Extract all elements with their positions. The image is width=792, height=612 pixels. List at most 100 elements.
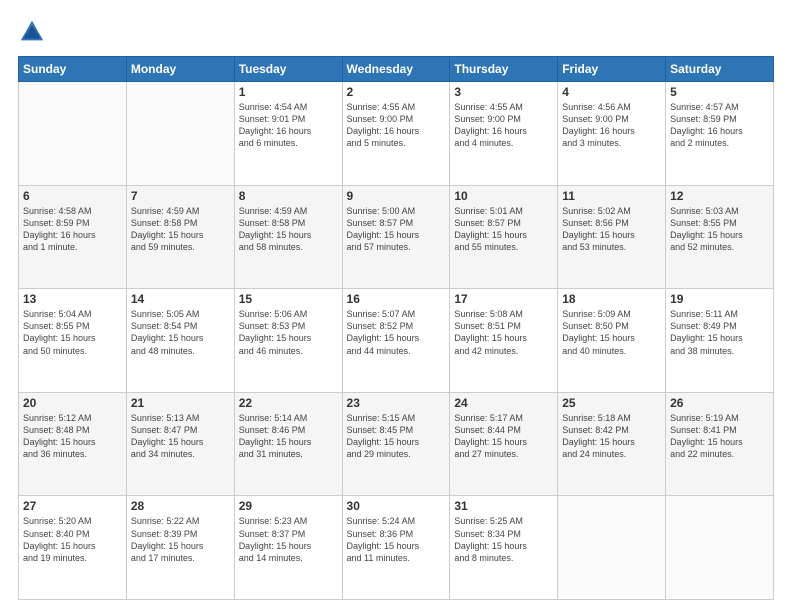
calendar-cell — [19, 82, 127, 186]
cell-details: Sunrise: 5:03 AMSunset: 8:55 PMDaylight:… — [670, 205, 769, 254]
calendar-cell — [126, 82, 234, 186]
page: SundayMondayTuesdayWednesdayThursdayFrid… — [0, 0, 792, 612]
cell-details: Sunrise: 5:02 AMSunset: 8:56 PMDaylight:… — [562, 205, 661, 254]
calendar-header-thursday: Thursday — [450, 57, 558, 82]
calendar-cell: 12 Sunrise: 5:03 AMSunset: 8:55 PMDayligh… — [666, 185, 774, 289]
cell-details: Sunrise: 4:59 AMSunset: 8:58 PMDaylight:… — [239, 205, 338, 254]
day-number: 25 — [562, 396, 661, 410]
day-number: 1 — [239, 85, 338, 99]
cell-details: Sunrise: 5:23 AMSunset: 8:37 PMDaylight:… — [239, 515, 338, 564]
calendar-cell: 10 Sunrise: 5:01 AMSunset: 8:57 PMDayligh… — [450, 185, 558, 289]
calendar-header-monday: Monday — [126, 57, 234, 82]
day-number: 28 — [131, 499, 230, 513]
day-number: 10 — [454, 189, 553, 203]
calendar-cell: 29 Sunrise: 5:23 AMSunset: 8:37 PMDayligh… — [234, 496, 342, 600]
cell-details: Sunrise: 5:08 AMSunset: 8:51 PMDaylight:… — [454, 308, 553, 357]
cell-details: Sunrise: 5:17 AMSunset: 8:44 PMDaylight:… — [454, 412, 553, 461]
calendar-cell: 21 Sunrise: 5:13 AMSunset: 8:47 PMDayligh… — [126, 392, 234, 496]
day-number: 12 — [670, 189, 769, 203]
calendar-cell: 26 Sunrise: 5:19 AMSunset: 8:41 PMDayligh… — [666, 392, 774, 496]
logo — [18, 18, 50, 46]
cell-details: Sunrise: 5:19 AMSunset: 8:41 PMDaylight:… — [670, 412, 769, 461]
calendar-cell: 5Sunrise: 4:57 AMSunset: 8:59 PMDaylight… — [666, 82, 774, 186]
calendar-week-row: 6 Sunrise: 4:58 AMSunset: 8:59 PMDaylight… — [19, 185, 774, 289]
calendar-cell: 15 Sunrise: 5:06 AMSunset: 8:53 PMDayligh… — [234, 289, 342, 393]
cell-details: Sunrise: 5:12 AMSunset: 8:48 PMDaylight:… — [23, 412, 122, 461]
calendar-cell: 22 Sunrise: 5:14 AMSunset: 8:46 PMDayligh… — [234, 392, 342, 496]
day-number: 14 — [131, 292, 230, 306]
day-number: 23 — [347, 396, 446, 410]
calendar: SundayMondayTuesdayWednesdayThursdayFrid… — [18, 56, 774, 600]
cell-details: Sunrise: 4:57 AMSunset: 8:59 PMDaylight:… — [670, 101, 769, 150]
day-number: 21 — [131, 396, 230, 410]
day-number: 3 — [454, 85, 553, 99]
cell-details: Sunrise: 5:06 AMSunset: 8:53 PMDaylight:… — [239, 308, 338, 357]
cell-details: Sunrise: 4:58 AMSunset: 8:59 PMDaylight:… — [23, 205, 122, 254]
calendar-cell: 3 Sunrise: 4:55 AMSunset: 9:00 PMDaylight… — [450, 82, 558, 186]
calendar-header-row: SundayMondayTuesdayWednesdayThursdayFrid… — [19, 57, 774, 82]
day-number: 11 — [562, 189, 661, 203]
calendar-cell: 1 Sunrise: 4:54 AMSunset: 9:01 PMDaylight… — [234, 82, 342, 186]
cell-details: Sunrise: 5:14 AMSunset: 8:46 PMDaylight:… — [239, 412, 338, 461]
day-number: 13 — [23, 292, 122, 306]
cell-details: Sunrise: 5:20 AMSunset: 8:40 PMDaylight:… — [23, 515, 122, 564]
calendar-header-sunday: Sunday — [19, 57, 127, 82]
calendar-cell: 28 Sunrise: 5:22 AMSunset: 8:39 PMDayligh… — [126, 496, 234, 600]
cell-details: Sunrise: 4:59 AMSunset: 8:58 PMDaylight:… — [131, 205, 230, 254]
day-number: 22 — [239, 396, 338, 410]
calendar-cell: 20 Sunrise: 5:12 AMSunset: 8:48 PMDayligh… — [19, 392, 127, 496]
calendar-cell: 8 Sunrise: 4:59 AMSunset: 8:58 PMDaylight… — [234, 185, 342, 289]
cell-details: Sunrise: 5:22 AMSunset: 8:39 PMDaylight:… — [131, 515, 230, 564]
day-number: 6 — [23, 189, 122, 203]
day-number: 27 — [23, 499, 122, 513]
day-number: 20 — [23, 396, 122, 410]
header — [18, 18, 774, 46]
calendar-cell: 27 Sunrise: 5:20 AMSunset: 8:40 PMDayligh… — [19, 496, 127, 600]
cell-details: Sunrise: 4:55 AMSunset: 9:00 PMDaylight:… — [347, 101, 446, 150]
calendar-cell: 7 Sunrise: 4:59 AMSunset: 8:58 PMDaylight… — [126, 185, 234, 289]
calendar-cell: 11 Sunrise: 5:02 AMSunset: 8:56 PMDayligh… — [558, 185, 666, 289]
cell-details: Sunrise: 5:18 AMSunset: 8:42 PMDaylight:… — [562, 412, 661, 461]
cell-details: Sunrise: 5:13 AMSunset: 8:47 PMDaylight:… — [131, 412, 230, 461]
cell-details: Sunrise: 4:54 AMSunset: 9:01 PMDaylight:… — [239, 101, 338, 150]
calendar-header-wednesday: Wednesday — [342, 57, 450, 82]
calendar-week-row: 20 Sunrise: 5:12 AMSunset: 8:48 PMDayligh… — [19, 392, 774, 496]
cell-details: Sunrise: 5:01 AMSunset: 8:57 PMDaylight:… — [454, 205, 553, 254]
cell-details: Sunrise: 5:25 AMSunset: 8:34 PMDaylight:… — [454, 515, 553, 564]
day-number: 29 — [239, 499, 338, 513]
calendar-cell: 24 Sunrise: 5:17 AMSunset: 8:44 PMDayligh… — [450, 392, 558, 496]
day-number: 16 — [347, 292, 446, 306]
cell-details: Sunrise: 5:11 AMSunset: 8:49 PMDaylight:… — [670, 308, 769, 357]
day-number: 26 — [670, 396, 769, 410]
day-number: 8 — [239, 189, 338, 203]
calendar-week-row: 27 Sunrise: 5:20 AMSunset: 8:40 PMDayligh… — [19, 496, 774, 600]
cell-details: Sunrise: 4:55 AMSunset: 9:00 PMDaylight:… — [454, 101, 553, 150]
day-number: 30 — [347, 499, 446, 513]
day-number: 15 — [239, 292, 338, 306]
day-number: 9 — [347, 189, 446, 203]
cell-details: Sunrise: 5:04 AMSunset: 8:55 PMDaylight:… — [23, 308, 122, 357]
cell-details: Sunrise: 4:56 AMSunset: 9:00 PMDaylight:… — [562, 101, 661, 150]
calendar-week-row: 13 Sunrise: 5:04 AMSunset: 8:55 PMDayligh… — [19, 289, 774, 393]
cell-details: Sunrise: 5:09 AMSunset: 8:50 PMDaylight:… — [562, 308, 661, 357]
calendar-cell: 6 Sunrise: 4:58 AMSunset: 8:59 PMDaylight… — [19, 185, 127, 289]
day-number: 7 — [131, 189, 230, 203]
day-number: 18 — [562, 292, 661, 306]
calendar-week-row: 1 Sunrise: 4:54 AMSunset: 9:01 PMDaylight… — [19, 82, 774, 186]
cell-details: Sunrise: 5:07 AMSunset: 8:52 PMDaylight:… — [347, 308, 446, 357]
day-number: 19 — [670, 292, 769, 306]
calendar-cell: 19 Sunrise: 5:11 AMSunset: 8:49 PMDayligh… — [666, 289, 774, 393]
cell-details: Sunrise: 5:24 AMSunset: 8:36 PMDaylight:… — [347, 515, 446, 564]
calendar-cell: 14Sunrise: 5:05 AMSunset: 8:54 PMDayligh… — [126, 289, 234, 393]
day-number: 2 — [347, 85, 446, 99]
day-number: 17 — [454, 292, 553, 306]
calendar-cell: 18 Sunrise: 5:09 AMSunset: 8:50 PMDayligh… — [558, 289, 666, 393]
calendar-cell: 13 Sunrise: 5:04 AMSunset: 8:55 PMDayligh… — [19, 289, 127, 393]
calendar-header-friday: Friday — [558, 57, 666, 82]
calendar-cell — [666, 496, 774, 600]
day-number: 4 — [562, 85, 661, 99]
day-number: 24 — [454, 396, 553, 410]
calendar-cell: 23Sunrise: 5:15 AMSunset: 8:45 PMDayligh… — [342, 392, 450, 496]
logo-icon — [18, 18, 46, 46]
calendar-cell: 30 Sunrise: 5:24 AMSunset: 8:36 PMDayligh… — [342, 496, 450, 600]
